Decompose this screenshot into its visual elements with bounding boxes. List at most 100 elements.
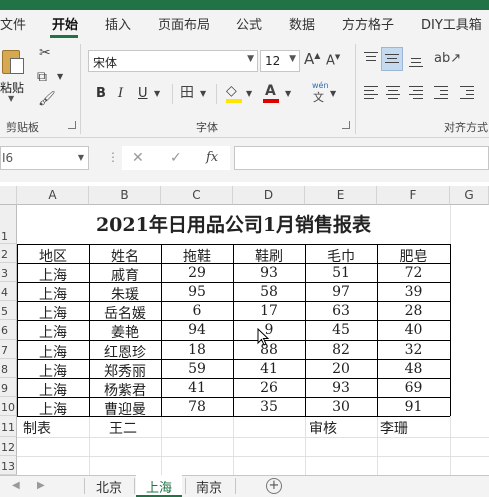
- header-cell-name[interactable]: 姓名: [89, 246, 161, 266]
- cell[interactable]: 91: [377, 399, 450, 415]
- cell[interactable]: 郑秀丽: [89, 361, 161, 381]
- cell[interactable]: 上海: [17, 322, 89, 342]
- font-family-select[interactable]: 宋体 ▼: [88, 50, 258, 72]
- cell[interactable]: 69: [377, 380, 450, 396]
- cell[interactable]: 戚育: [89, 265, 161, 285]
- cell[interactable]: 78: [161, 399, 233, 415]
- tab-page-layout[interactable]: 页面布局: [158, 14, 210, 33]
- font-launcher-icon[interactable]: [342, 121, 350, 129]
- cell[interactable]: 18: [161, 342, 233, 358]
- cell[interactable]: 17: [233, 303, 305, 319]
- cell[interactable]: 上海: [17, 303, 89, 323]
- cell[interactable]: 曹迎曼: [89, 399, 161, 419]
- grow-font-icon[interactable]: A▲: [304, 52, 320, 67]
- tab-insert[interactable]: 插入: [105, 14, 131, 33]
- cell[interactable]: 45: [305, 322, 377, 338]
- clipboard-launcher-icon[interactable]: [68, 121, 76, 129]
- add-sheet-button[interactable]: +: [266, 478, 282, 494]
- cell[interactable]: 59: [161, 361, 233, 377]
- cell[interactable]: 上海: [17, 342, 89, 362]
- cell[interactable]: 40: [377, 322, 450, 338]
- more-options-icon[interactable]: ⋮: [107, 151, 119, 163]
- prepared-by-label[interactable]: 制表: [20, 418, 90, 438]
- reviewed-by-name[interactable]: 李珊: [377, 418, 447, 438]
- cell[interactable]: 6: [161, 303, 233, 319]
- select-all-corner[interactable]: [0, 186, 17, 205]
- cell[interactable]: 20: [305, 361, 377, 377]
- column-header-g[interactable]: G: [450, 186, 489, 205]
- border-dropdown-icon[interactable]: ▼: [200, 90, 206, 98]
- scroll-tabs-right-icon[interactable]: ▶: [37, 481, 45, 491]
- cell[interactable]: 上海: [17, 284, 89, 304]
- prepared-by-name[interactable]: 王二: [106, 418, 161, 438]
- paste-dropdown-icon[interactable]: ▼: [8, 94, 14, 103]
- formula-input[interactable]: [234, 146, 489, 170]
- phonetic-icon[interactable]: 文: [313, 92, 324, 103]
- cell[interactable]: 30: [305, 399, 377, 415]
- header-cell-towel[interactable]: 毛巾: [305, 246, 377, 266]
- cell[interactable]: 上海: [17, 399, 89, 419]
- tab-fangfang[interactable]: 方方格子: [342, 14, 394, 33]
- header-cell-region[interactable]: 地区: [17, 246, 89, 266]
- cell[interactable]: 上海: [17, 380, 89, 400]
- report-title-cell[interactable]: 2021年日用品公司1月销售报表: [17, 205, 450, 244]
- row-header-8[interactable]: 8: [0, 359, 17, 378]
- header-cell-soap[interactable]: 肥皂: [377, 246, 450, 266]
- column-header-c[interactable]: C: [161, 186, 233, 205]
- align-middle-icon[interactable]: [381, 47, 403, 71]
- row-header-5[interactable]: 5: [0, 301, 17, 320]
- tab-diy-toolbox[interactable]: DIY工具箱: [421, 14, 482, 33]
- underline-button[interactable]: U: [138, 86, 148, 101]
- cell[interactable]: 35: [233, 399, 305, 415]
- cut-icon[interactable]: ✂: [39, 46, 51, 60]
- row-header-4[interactable]: 4: [0, 282, 17, 301]
- copy-icon[interactable]: ⧉: [37, 70, 47, 84]
- column-header-b[interactable]: B: [89, 186, 161, 205]
- cell[interactable]: 28: [377, 303, 450, 319]
- row-header-3[interactable]: 3: [0, 263, 17, 282]
- cell[interactable]: 41: [233, 361, 305, 377]
- column-header-e[interactable]: E: [305, 186, 377, 205]
- cell[interactable]: 58: [233, 284, 305, 300]
- enter-icon[interactable]: ✓: [170, 151, 182, 165]
- row-header-13[interactable]: 13: [0, 456, 17, 475]
- phonetic-dropdown-icon[interactable]: ▼: [330, 90, 336, 98]
- row-header-6[interactable]: 6: [0, 320, 17, 340]
- font-size-select[interactable]: 12 ▼: [260, 50, 300, 72]
- cell[interactable]: 82: [305, 342, 377, 358]
- cell[interactable]: 93: [305, 380, 377, 396]
- cell[interactable]: 93: [233, 265, 305, 281]
- bold-button[interactable]: B: [96, 86, 106, 101]
- cell[interactable]: 红恩珍: [89, 342, 161, 362]
- row-header-10[interactable]: 10: [0, 397, 17, 416]
- cell[interactable]: 杨紫君: [89, 380, 161, 400]
- sheet-tab-beijing[interactable]: 北京: [86, 475, 132, 497]
- paste-icon[interactable]: [0, 46, 28, 76]
- tab-data[interactable]: 数据: [289, 14, 315, 33]
- cell[interactable]: 39: [377, 284, 450, 300]
- format-painter-icon[interactable]: 🖌: [38, 92, 56, 106]
- insert-function-icon[interactable]: fx: [206, 151, 218, 164]
- cell[interactable]: 48: [377, 361, 450, 377]
- cell[interactable]: 朱瑗: [89, 284, 161, 304]
- fill-color-dropdown-icon[interactable]: ▼: [246, 90, 252, 98]
- border-icon[interactable]: 田: [180, 86, 194, 100]
- chevron-down-icon[interactable]: ▼: [78, 153, 84, 162]
- row-header-2[interactable]: 2: [0, 244, 17, 263]
- fill-color-icon[interactable]: ◇: [226, 84, 237, 98]
- tab-file[interactable]: 文件: [0, 14, 26, 33]
- cell[interactable]: 上海: [17, 361, 89, 381]
- row-header-1[interactable]: 1: [0, 205, 17, 244]
- row-header-7[interactable]: 7: [0, 340, 17, 359]
- column-header-d[interactable]: D: [233, 186, 305, 205]
- copy-dropdown-icon[interactable]: ▼: [57, 73, 63, 81]
- italic-button[interactable]: I: [118, 86, 123, 101]
- cancel-icon[interactable]: ✕: [132, 151, 144, 165]
- underline-dropdown-icon[interactable]: ▼: [154, 90, 160, 98]
- shrink-font-icon[interactable]: A▼: [326, 54, 340, 68]
- orientation-icon[interactable]: ab↗: [434, 52, 461, 65]
- cell[interactable]: 岳名媛: [89, 303, 161, 323]
- cell[interactable]: 51: [305, 265, 377, 281]
- cell[interactable]: 95: [161, 284, 233, 300]
- scroll-tabs-left-icon[interactable]: ◀: [12, 481, 20, 491]
